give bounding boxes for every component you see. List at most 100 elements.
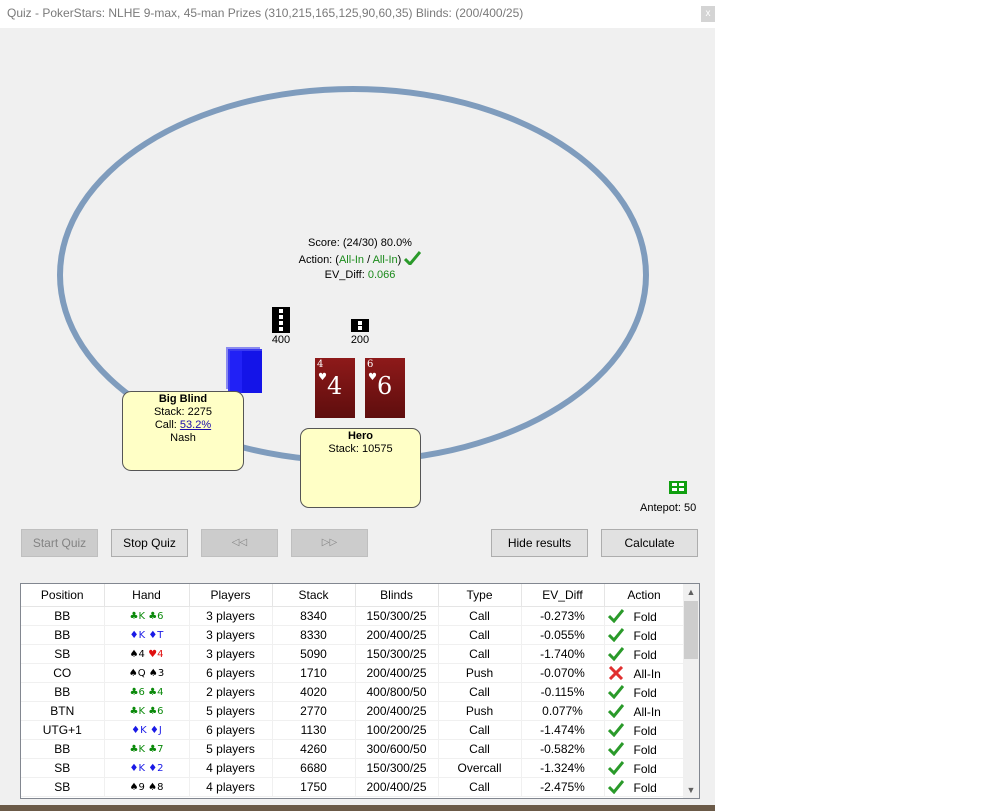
column-header[interactable]: Position xyxy=(21,584,105,607)
cell-action: Fold xyxy=(604,758,685,778)
close-button[interactable]: x xyxy=(701,6,715,22)
card-rank: 4 xyxy=(157,686,164,698)
cell-stack: 2770 xyxy=(272,701,356,721)
window-title: Quiz - PokerStars: NLHE 9-max, 45-man Pr… xyxy=(7,6,524,20)
table-row[interactable]: UTG+1 ♦K ♦J 6 players 1130 100/200/25 Call -1.… xyxy=(21,720,685,740)
start-quiz-button[interactable]: Start Quiz xyxy=(21,529,98,557)
cell-ev-diff: -2.475% xyxy=(521,777,605,797)
cell-stack: 1750 xyxy=(272,777,356,797)
cell-hand: ♠9 ♠8 xyxy=(104,777,190,797)
hero-card-2: 6 ♥ 6 xyxy=(365,358,405,418)
cell-players: 5 players xyxy=(189,739,273,759)
next-button[interactable]: ▷▷ xyxy=(291,529,368,557)
suit-icon: ♦ xyxy=(148,762,158,774)
action-text: All-In xyxy=(633,666,661,681)
cell-ev-diff: -0.055% xyxy=(521,625,605,645)
card-rank: 6 xyxy=(377,372,393,400)
cell-blinds: 200/400/25 xyxy=(355,701,439,721)
player-hero[interactable]: Hero Stack: 10575 xyxy=(300,428,421,508)
action-hero: All-In xyxy=(338,254,365,266)
cell-type: Call xyxy=(438,739,522,759)
table-row[interactable]: BB ♣K ♣6 3 players 8340 150/300/25 Call -0.273… xyxy=(21,606,685,626)
cell-action: Fold xyxy=(604,644,685,664)
column-header[interactable]: EV_Diff xyxy=(521,584,605,607)
column-header[interactable]: Type xyxy=(438,584,522,607)
cell-type: Push xyxy=(438,663,522,683)
heart-icon: ♥ xyxy=(368,372,377,383)
calculate-button[interactable]: Calculate xyxy=(601,529,698,557)
call-range-link[interactable]: 53.2% xyxy=(180,419,211,431)
bottom-edge xyxy=(0,805,715,811)
grid-scrollbar[interactable]: ▲ ▼ xyxy=(683,584,699,798)
table-row[interactable]: BB ♣6 ♣4 2 players 4020 400/800/50 Call -0.115… xyxy=(21,682,685,702)
action-correct: All-In xyxy=(372,254,398,266)
action-text: Fold xyxy=(633,609,657,624)
cell-action: Fold xyxy=(604,777,685,797)
stop-quiz-button[interactable]: Stop Quiz xyxy=(111,529,188,557)
scroll-up-icon[interactable]: ▲ xyxy=(683,584,699,600)
column-header[interactable]: Hand xyxy=(104,584,190,607)
cell-type: Overcall xyxy=(438,758,522,778)
cell-stack: 5090 xyxy=(272,644,356,664)
cell-stack: 6680 xyxy=(272,758,356,778)
card-rank: K xyxy=(138,629,146,641)
action-text: All-In xyxy=(633,704,661,719)
cell-ev-diff: -0.582% xyxy=(521,739,605,759)
cell-position: BB xyxy=(21,739,105,759)
table-row[interactable]: SB ♠4 ♥4 3 players 5090 150/300/25 Call -1.740… xyxy=(21,644,685,664)
scroll-down-icon[interactable]: ▼ xyxy=(683,782,699,798)
card-rank: 6 xyxy=(138,686,145,698)
cell-blinds: 200/400/25 xyxy=(355,777,439,797)
cell-action: All-In xyxy=(604,663,685,683)
card-rank: 6 xyxy=(157,705,164,717)
card-rank: K xyxy=(138,705,145,717)
action-text: Fold xyxy=(633,647,657,662)
check-icon xyxy=(607,703,624,718)
check-icon xyxy=(607,760,624,775)
table-row[interactable]: SB ♠9 ♠8 4 players 1750 200/400/25 Call -2.475… xyxy=(21,777,685,797)
cell-players: 4 players xyxy=(189,777,273,797)
column-header[interactable]: Stack xyxy=(272,584,356,607)
action-text: Fold xyxy=(633,628,657,643)
chip-stack-icon xyxy=(351,319,369,332)
cell-position: SB xyxy=(21,644,105,664)
antepot-chips-icon xyxy=(669,481,687,494)
cell-blinds: 150/300/25 xyxy=(355,644,439,664)
cell-hand: ♠Q ♠3 xyxy=(104,663,190,683)
previous-button[interactable]: ◁◁ xyxy=(201,529,278,557)
hide-results-button[interactable]: Hide results xyxy=(491,529,588,557)
column-header[interactable]: Players xyxy=(189,584,273,607)
ev-label: EV_Diff: xyxy=(324,269,368,281)
cell-type: Call xyxy=(438,720,522,740)
player-big-blind[interactable]: Big Blind Stack: 2275 Call: 53.2% Nash xyxy=(122,391,244,471)
cell-players: 2 players xyxy=(189,682,273,702)
check-icon xyxy=(607,627,624,642)
player-stack: Stack: 2275 xyxy=(153,406,213,418)
card-rank: K xyxy=(138,762,145,774)
action-line: Action: (All-In / All-In) xyxy=(260,251,460,268)
action-label: Action: ( xyxy=(298,254,339,266)
cell-position: CO xyxy=(21,663,105,683)
card-rank: Q xyxy=(137,667,146,679)
scroll-thumb[interactable] xyxy=(684,601,698,659)
card-rank: T xyxy=(157,629,164,641)
cell-action: Fold xyxy=(604,720,685,740)
cell-blinds: 400/800/50 xyxy=(355,682,439,702)
suit-icon: ♥ xyxy=(148,648,158,660)
column-header[interactable]: Action xyxy=(604,584,685,607)
suit-icon: ♣ xyxy=(129,686,139,698)
column-header[interactable]: Blinds xyxy=(355,584,439,607)
table-row[interactable]: BB ♦K ♦T 3 players 8330 200/400/25 Call -0.055… xyxy=(21,625,685,645)
table-row[interactable]: SB ♦K ♦2 4 players 6680 150/300/25 Overcall -1… xyxy=(21,758,685,778)
card-rank: 4 xyxy=(157,648,164,660)
cell-players: 6 players xyxy=(189,720,273,740)
suit-icon: ♠ xyxy=(148,781,158,793)
results-table: Position Hand Players Stack Blinds Type EV_Dif… xyxy=(21,584,685,797)
results-grid[interactable]: Position Hand Players Stack Blinds Type EV_Dif… xyxy=(20,583,700,799)
cell-players: 5 players xyxy=(189,701,273,721)
table-row[interactable]: BTN ♣K ♣6 5 players 2770 200/400/25 Push 0.077… xyxy=(21,701,685,721)
table-row[interactable]: BB ♣K ♣7 5 players 4260 300/600/50 Call -0.582… xyxy=(21,739,685,759)
cell-type: Call xyxy=(438,644,522,664)
card-rank: 7 xyxy=(157,743,164,755)
table-row[interactable]: CO ♠Q ♠3 6 players 1710 200/400/25 Push -0.070… xyxy=(21,663,685,683)
